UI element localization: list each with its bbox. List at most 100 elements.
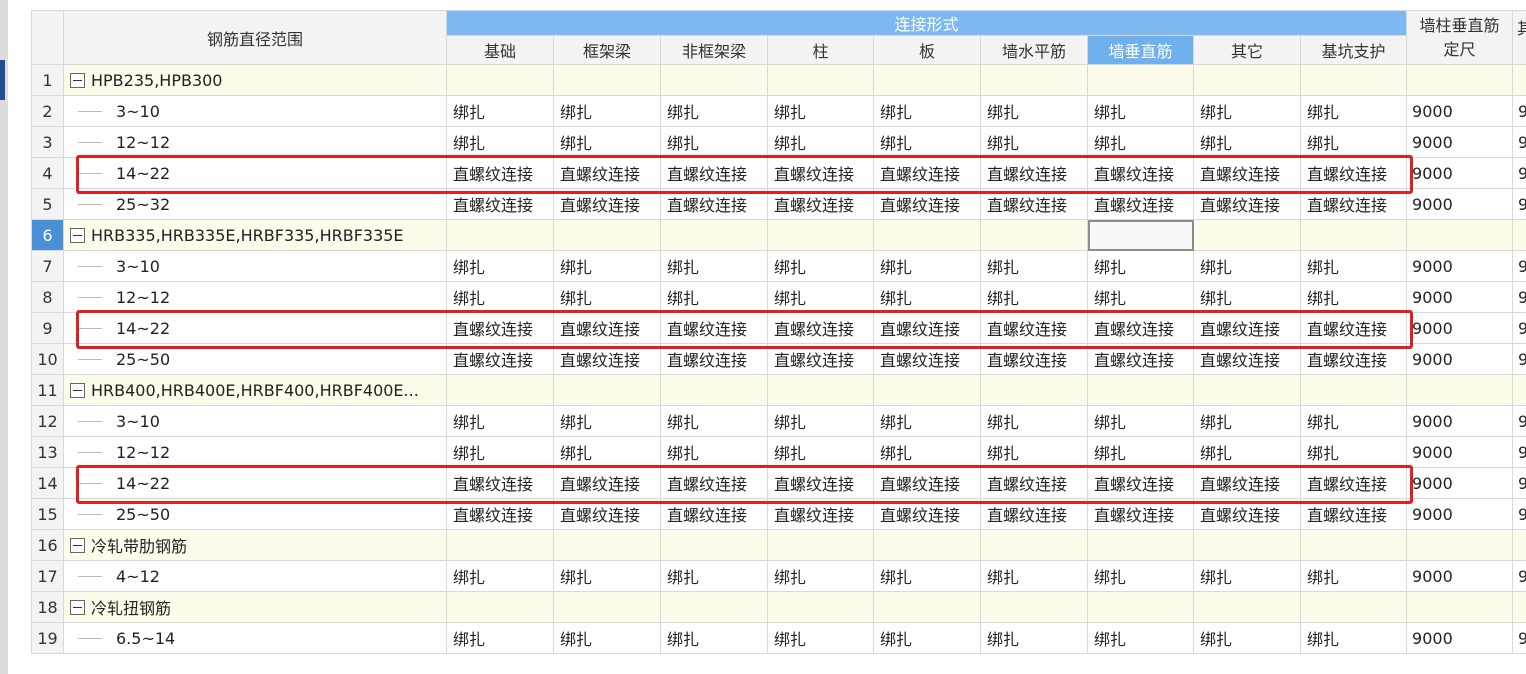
connection-cell[interactable]	[767, 529, 874, 561]
connection-cell[interactable]	[767, 64, 874, 96]
connection-cell[interactable]	[446, 529, 554, 561]
connection-cell[interactable]: 绑扎	[1087, 281, 1194, 313]
connection-cell[interactable]: 绑扎	[1087, 622, 1194, 654]
connection-cell[interactable]: 绑扎	[980, 250, 1088, 282]
connection-cell[interactable]: 直螺纹连接	[446, 467, 554, 499]
connection-cell[interactable]	[553, 591, 661, 623]
fixed-length-cell[interactable]: 9000	[1406, 188, 1514, 220]
connection-cell[interactable]: 绑扎	[873, 95, 981, 127]
row-number[interactable]: 4	[31, 157, 64, 189]
extra-cell[interactable]: 9	[1512, 405, 1526, 437]
connection-cell[interactable]: 绑扎	[980, 622, 1088, 654]
group-name-cell[interactable]: HPB235,HPB300	[63, 64, 447, 96]
connection-cell[interactable]	[1299, 64, 1408, 96]
connection-cell[interactable]: 绑扎	[1193, 622, 1301, 654]
connection-cell[interactable]	[1087, 529, 1194, 561]
connection-cell[interactable]: 绑扎	[446, 281, 554, 313]
connection-cell[interactable]: 绑扎	[980, 560, 1088, 592]
connection-cell[interactable]	[660, 374, 768, 406]
row-number[interactable]: 8	[31, 281, 64, 313]
range-cell[interactable]: 12~12	[63, 126, 447, 158]
connection-cell[interactable]: 直螺纹连接	[1193, 312, 1301, 344]
connection-cell[interactable]: 直螺纹连接	[980, 312, 1088, 344]
table-row[interactable]: 4 14~22 直螺纹连接 直螺纹连接 直螺纹连接 直螺纹连接 直螺纹连接 直螺纹连接 直螺纹连…	[31, 157, 1526, 189]
collapse-icon[interactable]	[70, 599, 85, 615]
group-name-cell[interactable]: 冷轧带肋钢筋	[63, 529, 447, 561]
connection-cell[interactable]: 绑扎	[1087, 126, 1194, 158]
table-row[interactable]: 9 14~22 直螺纹连接 直螺纹连接 直螺纹连接 直螺纹连接 直螺纹连接 直螺纹连接 直螺纹连…	[31, 312, 1526, 344]
connection-cell[interactable]: 绑扎	[767, 436, 874, 468]
connection-cell[interactable]: 绑扎	[660, 281, 768, 313]
connection-cell[interactable]: 直螺纹连接	[873, 312, 981, 344]
row-number[interactable]: 2	[31, 95, 64, 127]
connection-cell[interactable]	[873, 374, 981, 406]
connection-cell[interactable]: 绑扎	[767, 250, 874, 282]
connection-cell[interactable]	[1193, 529, 1301, 561]
fixed-length-cell[interactable]: 9000	[1406, 250, 1514, 282]
group-name-cell[interactable]: HRB400,HRB400E,HRBF400,HRBF400E...	[63, 374, 447, 406]
connection-cell[interactable]: 绑扎	[553, 622, 661, 654]
connection-cell[interactable]: 绑扎	[1193, 436, 1301, 468]
connection-cell[interactable]: 直螺纹连接	[1193, 343, 1301, 375]
column-header-5[interactable]: 板	[873, 35, 981, 65]
connection-cell[interactable]: 绑扎	[553, 126, 661, 158]
range-cell[interactable]: 25~32	[63, 188, 447, 220]
connection-cell[interactable]	[553, 374, 661, 406]
connection-cell[interactable]: 直螺纹连接	[1299, 498, 1408, 530]
row-number[interactable]: 6	[31, 219, 64, 251]
column-header-7[interactable]: 墙垂直筋	[1087, 35, 1194, 65]
group-name-cell[interactable]: HRB335,HRB335E,HRBF335,HRBF335E	[63, 219, 447, 251]
connection-cell[interactable]	[1299, 219, 1408, 251]
table-row[interactable]: 1312~12绑扎绑扎绑扎绑扎绑扎绑扎绑扎绑扎绑扎90009	[31, 436, 1526, 468]
connection-cell[interactable]: 绑扎	[660, 560, 768, 592]
fixed-length-cell[interactable]: 9000	[1406, 436, 1514, 468]
row-number[interactable]: 14	[31, 467, 64, 499]
connection-cell[interactable]: 绑扎	[980, 95, 1088, 127]
connection-cell[interactable]: 绑扎	[1299, 250, 1408, 282]
connection-cell[interactable]	[660, 64, 768, 96]
row-number[interactable]: 12	[31, 405, 64, 437]
connection-cell[interactable]: 绑扎	[660, 436, 768, 468]
connection-cell[interactable]: 直螺纹连接	[446, 157, 554, 189]
connection-cell[interactable]	[767, 591, 874, 623]
connection-cell[interactable]: 绑扎	[660, 405, 768, 437]
connection-cell[interactable]: 直螺纹连接	[553, 343, 661, 375]
fixed-length-cell[interactable]: 9000	[1406, 560, 1514, 592]
connection-cell[interactable]: 直螺纹连接	[980, 343, 1088, 375]
connection-cell[interactable]: 直螺纹连接	[1299, 312, 1408, 344]
connection-cell[interactable]	[980, 219, 1088, 251]
connection-cell[interactable]: 直螺纹连接	[446, 188, 554, 220]
connection-cell[interactable]: 直螺纹连接	[446, 312, 554, 344]
connection-cell[interactable]: 绑扎	[767, 95, 874, 127]
fixed-length-cell[interactable]: 9000	[1406, 281, 1514, 313]
row-number[interactable]: 18	[31, 591, 64, 623]
column-header-8[interactable]: 其它	[1193, 35, 1301, 65]
connection-cell[interactable]	[446, 64, 554, 96]
row-number[interactable]: 17	[31, 560, 64, 592]
extra-cell[interactable]: 9	[1512, 343, 1526, 375]
connection-cell[interactable]: 绑扎	[767, 622, 874, 654]
extra-cell[interactable]: 9	[1512, 436, 1526, 468]
connection-cell[interactable]: 直螺纹连接	[660, 188, 768, 220]
row-number[interactable]: 5	[31, 188, 64, 220]
fixed-length-cell[interactable]	[1406, 374, 1514, 406]
connection-cell[interactable]: 直螺纹连接	[1299, 343, 1408, 375]
connection-cell[interactable]: 绑扎	[980, 281, 1088, 313]
connection-cell[interactable]: 绑扎	[1299, 126, 1408, 158]
range-cell[interactable]: 3~10	[63, 95, 447, 127]
range-cell[interactable]: 6.5~14	[63, 622, 447, 654]
connection-cell[interactable]: 绑扎	[980, 126, 1088, 158]
extra-cell[interactable]: 9	[1512, 95, 1526, 127]
connection-cell[interactable]	[1193, 219, 1301, 251]
connection-cell[interactable]: 绑扎	[767, 126, 874, 158]
column-header-9[interactable]: 基坑支护	[1299, 35, 1408, 65]
group-row[interactable]: 16 冷轧带肋钢筋	[31, 529, 1526, 561]
row-number[interactable]: 15	[31, 498, 64, 530]
connection-cell[interactable]: 直螺纹连接	[553, 188, 661, 220]
extra-cell[interactable]: 9	[1512, 188, 1526, 220]
connection-cell[interactable]: 绑扎	[1087, 436, 1194, 468]
connection-cell[interactable]	[446, 219, 554, 251]
connection-cell[interactable]: 直螺纹连接	[1299, 467, 1408, 499]
connection-cell[interactable]: 直螺纹连接	[1087, 312, 1194, 344]
fixed-length-cell[interactable]	[1406, 529, 1514, 561]
